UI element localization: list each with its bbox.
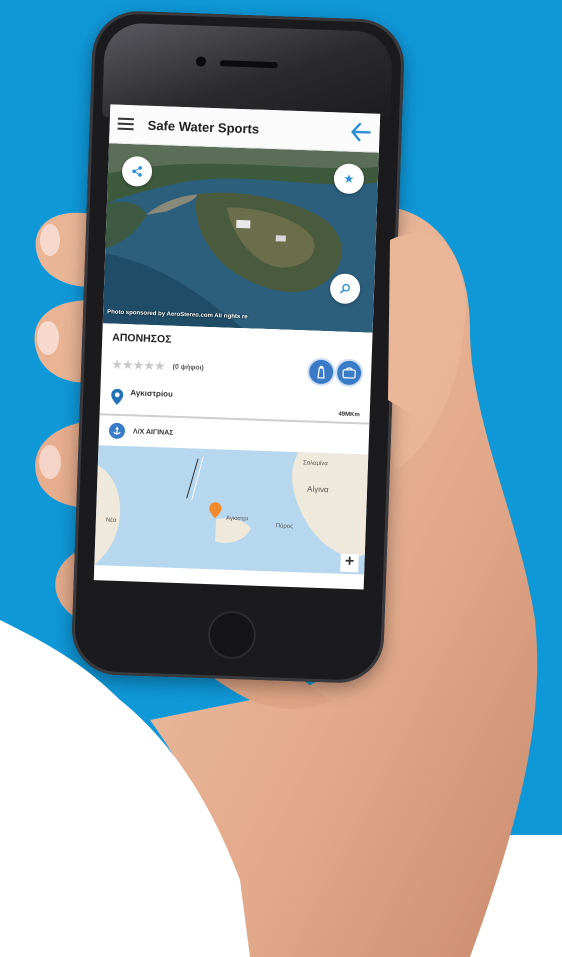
back-arrow-icon[interactable]	[349, 121, 372, 144]
rating-votes: (0 ψήφοι)	[172, 363, 204, 372]
port-name: Λ/Χ ΑΙΓΙΝΑΣ	[132, 427, 174, 437]
rating-stars[interactable]: ★★★★★	[111, 357, 165, 375]
place-photo[interactable]: ★ Photo sponsored by AeroStereo.com All …	[102, 143, 379, 333]
map-label-nea: Νέα	[105, 517, 117, 524]
home-button[interactable]	[207, 610, 257, 660]
bag-button[interactable]	[336, 360, 362, 386]
lighthouse-icon	[317, 365, 325, 379]
share-icon	[132, 166, 142, 177]
distance: 49ΜKm	[338, 411, 360, 419]
star-icon: ★	[343, 171, 355, 186]
anchor-icon	[108, 422, 126, 440]
menu-icon[interactable]	[117, 117, 134, 131]
location-pin-icon	[111, 388, 124, 405]
location-map[interactable]: Σαλαμίνα Αίγινα Νέα Αγκιστρι Πόρος +	[94, 445, 369, 575]
map-label-poros: Πόρος	[275, 523, 294, 531]
map-label-aigina: Αίγινα	[306, 484, 329, 495]
map-label-agkistri: Αγκιστρι	[225, 515, 249, 523]
map-label-salamina: Σαλαμίνα	[302, 460, 328, 468]
bag-icon	[342, 367, 356, 379]
app-title: Safe Water Sports	[147, 117, 260, 137]
map-zoom-in-button[interactable]: +	[340, 553, 359, 573]
zoom-icon	[339, 283, 351, 294]
phone-device: Safe Water Sports ★ Photo sponsored by A…	[70, 9, 406, 685]
lighthouse-button[interactable]	[308, 359, 334, 385]
map-marker-icon[interactable]	[208, 501, 223, 519]
location-name: Αγκιστρίου	[130, 388, 173, 399]
phone-screen: Safe Water Sports ★ Photo sponsored by A…	[93, 104, 381, 590]
